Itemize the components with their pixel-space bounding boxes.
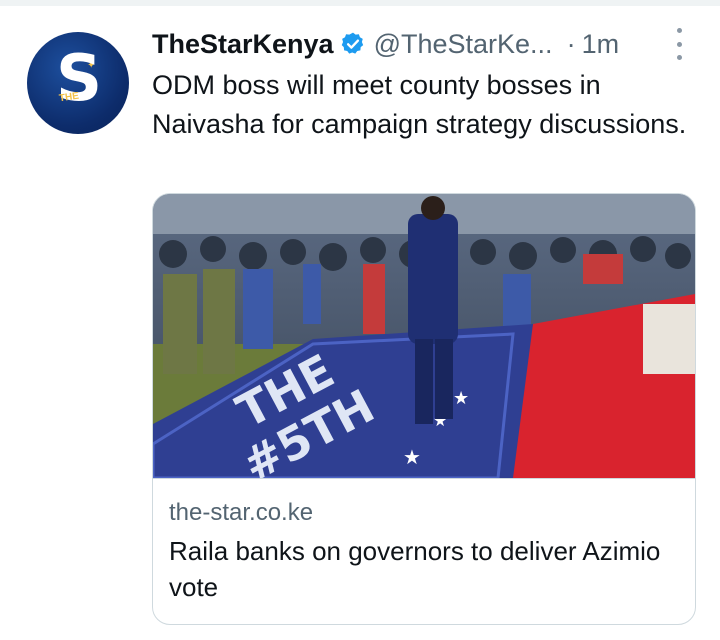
separator-dot: · — [566, 28, 576, 59]
author-name[interactable]: TheStarKenya — [152, 29, 334, 60]
more-options-icon[interactable] — [672, 28, 686, 60]
tweet-text: ODM boss will meet county bosses in Naiv… — [152, 70, 687, 139]
tweet-header: TheStarKenya @TheStarKe... · 1m — [152, 24, 692, 64]
avatar-letter: S — [55, 42, 102, 116]
card-domain: the-star.co.ke — [169, 499, 314, 526]
card-meta[interactable]: the-star.co.ke Raila banks on governors … — [153, 478, 695, 624]
card-headline: Raila banks on governors to deliver Azim… — [169, 536, 661, 602]
author-handle[interactable]: @TheStarKe... — [374, 29, 553, 60]
verified-badge-icon — [340, 31, 366, 57]
svg-text:★: ★ — [403, 447, 421, 469]
tweet-timestamp[interactable]: 1m — [582, 29, 620, 60]
svg-text:★: ★ — [453, 388, 469, 408]
link-preview-card[interactable]: THE #5TH ★ ★ ★ the-star.co.ke Raila bank… — [152, 193, 696, 625]
timeline-divider — [0, 0, 720, 6]
avatar[interactable]: ✦ S THE — [27, 32, 129, 134]
card-image[interactable]: THE #5TH ★ ★ ★ — [153, 194, 695, 478]
